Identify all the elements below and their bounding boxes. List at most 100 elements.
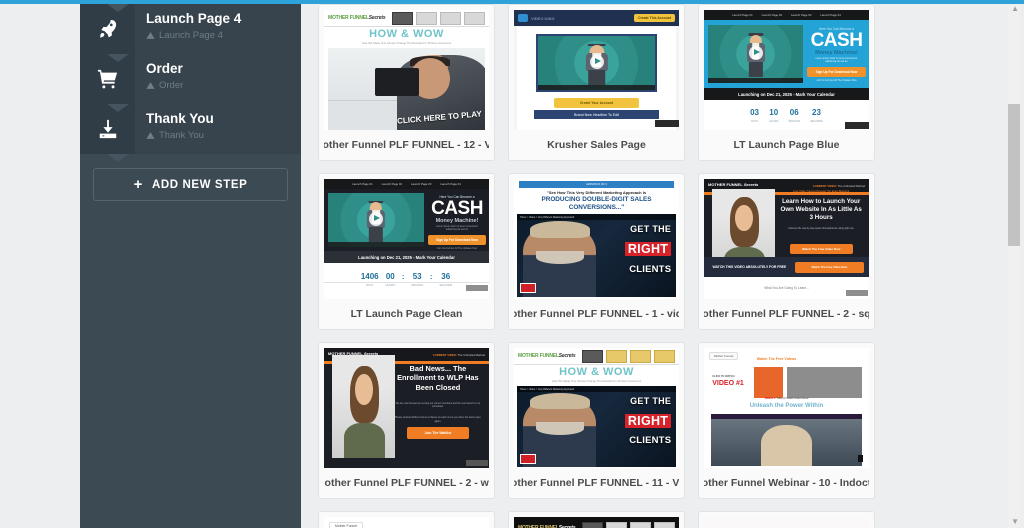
thumb-cta: Sign Up For Download Now <box>428 234 486 245</box>
funnel-steps-sidebar: Launch Page 4 Launch Page 4 Order Order … <box>80 4 301 528</box>
template-thumbnail: Mother Funnel Watch The FREE Course Now! <box>324 517 489 528</box>
template-card[interactable]: MOTHER FUNNELSecrets HOW & WOW How We Ma… <box>508 342 685 499</box>
thumb-footer: What You Are Going To Learn... <box>704 277 869 299</box>
warning-icon <box>146 131 155 140</box>
thumb-nav-link: Launch Page 01 <box>732 13 753 17</box>
thumb-nav-link: Launch Page 03 <box>411 182 432 186</box>
thumb-logo: MOTHER FUNNEL <box>518 352 559 359</box>
template-thumbnail: Mother Funnel Watch The Free Videos CLIC… <box>704 348 869 468</box>
thumb-quote: "See How This Very Different Marketing A… <box>546 190 647 195</box>
thumb-nav-link: Launch Page 03 <box>791 13 812 17</box>
countdown-label: MINUTES <box>411 284 423 287</box>
thumb-nav: Launch Page 01 Launch Page 02 Launch Pag… <box>704 10 869 20</box>
template-card-title: Mother Funnel PLF FUNNEL - 12 - V... <box>324 139 489 151</box>
template-card[interactable]: Launch Page 01 Launch Page 02 Launch Pag… <box>318 173 495 330</box>
template-card-title: LT Launch Page Blue <box>733 139 840 151</box>
template-card-title: Mother Funnel PLF FUNNEL - 11 - Vi... <box>514 477 679 489</box>
sidebar-step-title: Launch Page 4 <box>146 11 242 26</box>
step-connector-chevron <box>107 104 129 112</box>
sidebar-step-subtitle: Thank You <box>159 130 204 141</box>
template-card[interactable]: Launch Page 01 Launch Page 02 Launch Pag… <box>698 4 875 161</box>
countdown-label: SECONDS <box>810 120 823 123</box>
thumb-corner-badge <box>846 290 868 296</box>
template-card-title: Krusher Sales Page <box>547 139 646 151</box>
sidebar-step-text: Order Order <box>135 54 301 104</box>
thumb-strip-button: Watch The Free Video Now <box>794 261 865 273</box>
countdown-label: MINUTES <box>788 120 801 123</box>
thumb-art-webinar-orange: MOTHER FUNNEL Secrets CURRENT VIDEO: The… <box>704 179 869 299</box>
sidebar-step-title: Order <box>146 61 183 76</box>
template-card[interactable] <box>698 511 875 528</box>
thumb-cta: Sign Up For Download Now <box>807 66 866 77</box>
scroll-up-arrow-icon[interactable]: ▲ <box>1011 4 1019 13</box>
template-thumbnail: MOTHER FUNNELSecrets <box>514 517 679 528</box>
sidebar-step-title: Thank You <box>146 111 214 126</box>
template-grid-panel: MOTHER FUNNELSecrets HOW & WOW How We Ma… <box>301 4 1024 528</box>
plus-icon: + <box>133 176 143 193</box>
add-new-step-wrap: + ADD NEW STEP <box>80 168 301 201</box>
thumb-video-bar-text: Home > Video > Very Different Marketing … <box>520 387 575 391</box>
play-button-icon <box>369 211 383 226</box>
template-card[interactable]: MOTHER FUNNELSecrets <box>508 511 685 528</box>
template-card[interactable]: LESSON #1 OF 3 "See How This Very Differ… <box>508 173 685 330</box>
vertical-scrollbar-thumb[interactable] <box>1008 104 1020 246</box>
thumb-corner-badge <box>655 120 679 127</box>
template-thumbnail: VIDEO KING Create This Account Create Yo… <box>514 10 679 130</box>
template-card[interactable]: MOTHER FUNNEL Secrets CURRENT VIDEO: The… <box>698 173 875 330</box>
thumb-title: Unleash the Power Within <box>749 403 824 410</box>
thumb-corner-badge <box>466 285 488 291</box>
sidebar-step-subtitle: Launch Page 4 <box>159 30 223 41</box>
thumb-logo-script: Secrets <box>743 182 759 188</box>
template-card[interactable]: VIDEO KING Create This Account Create Yo… <box>508 4 685 161</box>
thumb-logo-script: Secrets <box>558 524 576 528</box>
thumb-video-text: RIGHT <box>624 413 672 428</box>
thumb-channel-badge <box>520 454 536 464</box>
countdown-separator: : <box>430 274 433 281</box>
thumb-headline: CASH <box>431 198 483 219</box>
thumb-nav-link: Launch Page 01 <box>352 182 373 186</box>
countdown-value: 03 <box>750 108 760 117</box>
thumb-nav-link: Launch Page 04 <box>820 13 841 17</box>
template-card-title: Mother Funnel PLF FUNNEL - 1 - vid... <box>514 308 679 320</box>
thumb-tag: Mother Funnel <box>709 352 739 360</box>
thumb-strip: Launching on Dec 21, 2025 - Mark Your Ca… <box>704 88 869 100</box>
thumb-countdown: 1406 DAYS 00 HOURS : 53 MINUTES : 36 SECONDS <box>324 266 489 287</box>
thumb-headline: Bad News... The Enrollment to WLP Has Be… <box>397 363 479 392</box>
scroll-down-arrow-icon[interactable]: ▼ <box>1011 517 1019 526</box>
thumb-headline: PRODUCING DOUBLE-DIGIT SALES CONVERSIONS… <box>541 196 652 211</box>
thumb-countdown: 03 DAYS 10 HOURS 06 MINUTES 23 SECONDS <box>704 102 869 123</box>
countdown-value: 1406 <box>360 272 379 281</box>
countdown-separator: : <box>401 274 405 281</box>
thumb-logo-script: Secrets <box>368 14 386 21</box>
thumb-nav: Launch Page 01 Launch Page 02 Launch Pag… <box>324 179 489 189</box>
countdown-value: 23 <box>812 108 821 117</box>
thumb-subheadline: How We Made One Simple Change The Result… <box>551 379 642 383</box>
step-connector-chevron <box>107 54 129 62</box>
thumb-video-text: RIGHT <box>624 242 672 257</box>
template-card[interactable]: Mother Funnel Watch The Free Videos CLIC… <box>698 342 875 499</box>
template-card[interactable]: Mother Funnel Watch The FREE Course Now! <box>318 511 495 528</box>
thumb-body: Lorem ipsum dolor sit amet consectetur a… <box>815 57 858 64</box>
template-thumbnail: MOTHER FUNNELSecrets HOW & WOW How We Ma… <box>324 10 489 130</box>
thumb-video-bar: Home > Video > Very Different Marketing … <box>517 214 676 220</box>
add-new-step-button[interactable]: + ADD NEW STEP <box>93 168 288 201</box>
thumb-art-partial-free-course: Mother Funnel Watch The FREE Course Now! <box>324 517 489 528</box>
thumb-headline: Learn How to Launch Your Own Website In … <box>780 198 862 222</box>
countdown-label: HOURS <box>385 284 395 287</box>
template-thumbnail: Launch Page 01 Launch Page 02 Launch Pag… <box>704 10 869 130</box>
thumb-brand-mark <box>518 14 528 22</box>
countdown-value: 06 <box>789 108 799 117</box>
thumb-sub: Discover the step by step system thousan… <box>788 228 854 231</box>
template-thumbnail: MOTHER FUNNEL Secrets CURRENT VIDEO: The… <box>324 348 489 468</box>
countdown-value: 10 <box>769 108 779 117</box>
vertical-scrollbar-track[interactable] <box>1008 4 1020 528</box>
thumb-channel-badge <box>520 283 536 293</box>
template-card[interactable]: MOTHER FUNNELSecrets HOW & WOW How We Ma… <box>318 4 495 161</box>
template-card-title: Mother Funnel PLF FUNNEL - 2 - sq... <box>704 308 869 320</box>
thumb-subheadline: How We Made One Simple Change The Result… <box>361 41 452 45</box>
thumb-art-bad-news: MOTHER FUNNEL Secrets CURRENT VIDEO: The… <box>324 348 489 468</box>
thumb-cta: Join The Waitlist <box>406 427 470 440</box>
thumb-kicker: VIDEO 1 Title of Video Goes Here <box>764 396 809 400</box>
page-left-gutter <box>0 4 80 528</box>
template-card[interactable]: MOTHER FUNNEL Secrets CURRENT VIDEO: The… <box>318 342 495 499</box>
